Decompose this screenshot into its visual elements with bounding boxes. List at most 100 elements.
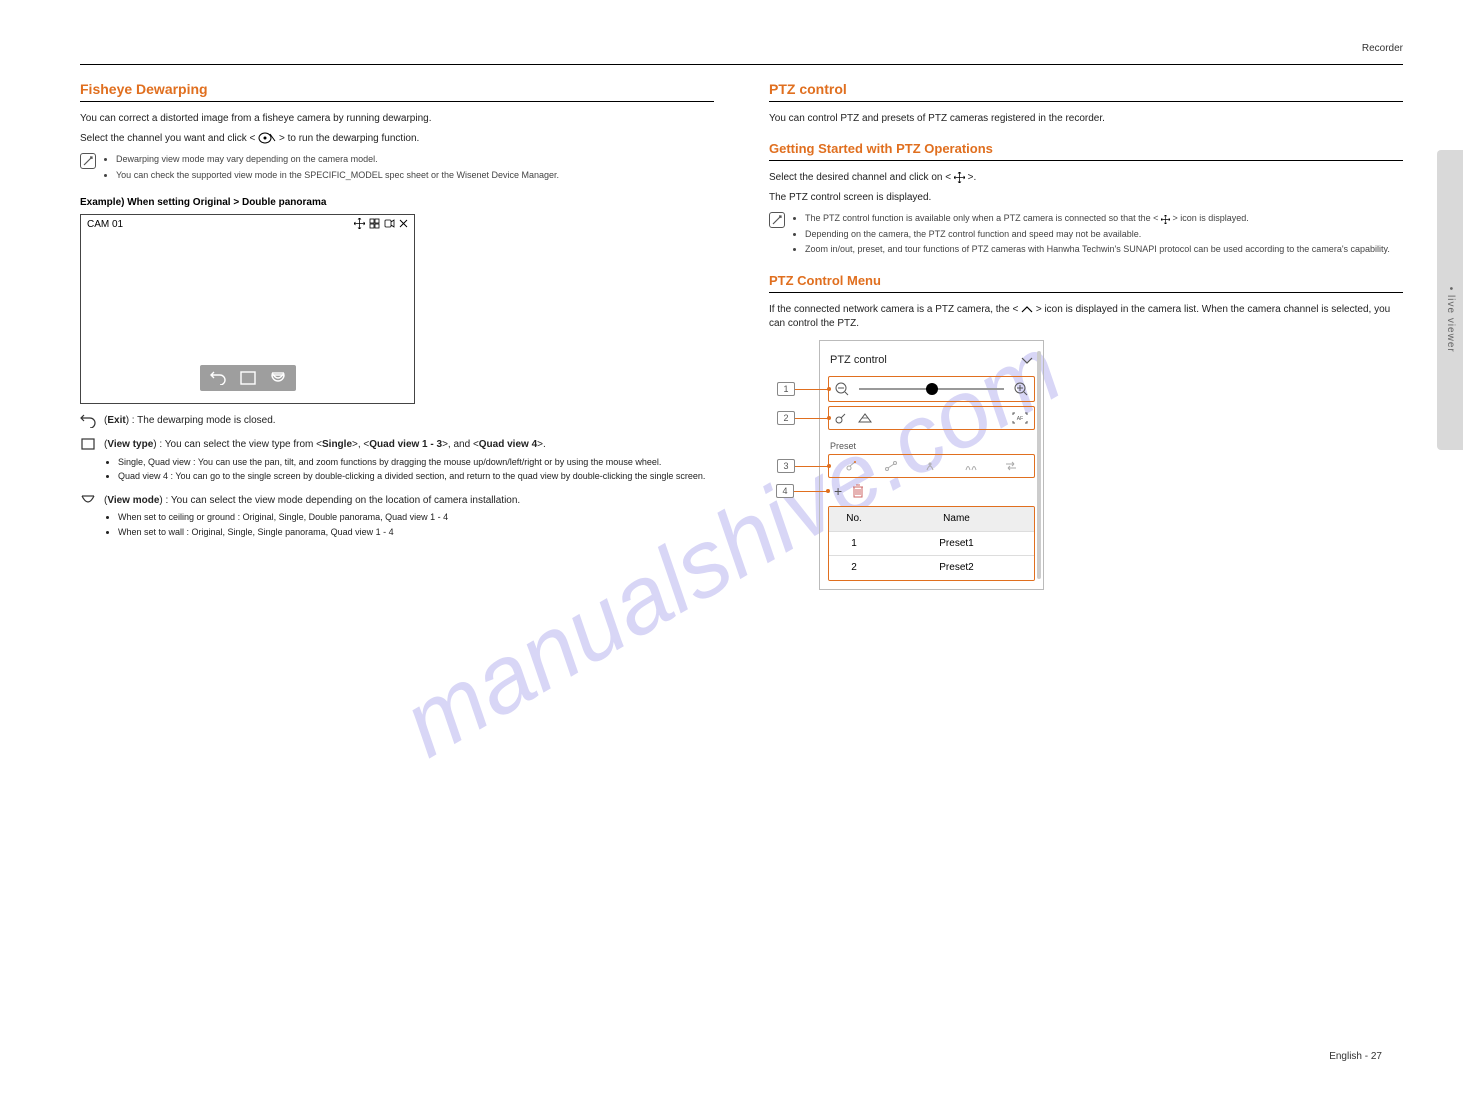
preset-mode-icon-2[interactable] bbox=[884, 460, 898, 472]
focus-far-icon[interactable] bbox=[857, 412, 873, 424]
chevron-down-icon[interactable] bbox=[1021, 357, 1033, 365]
scrollbar[interactable] bbox=[1037, 351, 1041, 578]
label: Single bbox=[322, 439, 352, 450]
fisheye-icon bbox=[258, 132, 276, 144]
title-rule bbox=[80, 101, 714, 102]
delete-preset-icon[interactable] bbox=[852, 484, 864, 498]
preset-mode-icon-1[interactable] bbox=[845, 460, 859, 472]
preset-mode-icon-4[interactable] bbox=[963, 460, 979, 472]
text: ) : The dewarping mode is closed. bbox=[126, 415, 276, 426]
example-label: Example) When setting Original > Double … bbox=[80, 196, 714, 210]
col-no: No. bbox=[829, 507, 879, 531]
text: The PTZ control function is available on… bbox=[805, 213, 1161, 223]
table-row[interactable]: 2 Preset2 bbox=[829, 555, 1034, 580]
note-item: Dewarping view mode may vary depending o… bbox=[116, 153, 714, 165]
text: >, < bbox=[352, 439, 369, 450]
text: > icon is displayed. bbox=[1172, 213, 1248, 223]
body-text: The PTZ control screen is displayed. bbox=[769, 191, 1403, 205]
ptz-panel-title: PTZ control bbox=[830, 353, 887, 368]
zoom-in-icon[interactable] bbox=[1014, 382, 1028, 396]
breadcrumb: Recorder bbox=[80, 42, 1403, 62]
camera-small-icon[interactable] bbox=[384, 218, 395, 229]
label: Quad view 1 - 3 bbox=[369, 439, 442, 450]
callout-2: 2 bbox=[777, 411, 795, 425]
label: View type bbox=[107, 439, 153, 450]
focus-near-icon[interactable] bbox=[835, 412, 849, 424]
note-row: The PTZ control function is available on… bbox=[769, 212, 1403, 257]
text: >. bbox=[537, 439, 546, 450]
page-number: 27 bbox=[1371, 1051, 1382, 1062]
section-title-ptz: PTZ control bbox=[769, 80, 1403, 99]
text: Select the desired channel and click on … bbox=[769, 172, 954, 183]
sub-item: Quad view 4 : You can go to the single s… bbox=[118, 470, 714, 482]
icon-item-viewmode: (View mode) : You can select the view mo… bbox=[80, 494, 714, 540]
text: ) : You can select the view type from < bbox=[153, 439, 322, 450]
note-item: You can check the supported view mode in… bbox=[116, 169, 714, 181]
cell-name: Preset2 bbox=[879, 556, 1034, 580]
body-text: You can control PTZ and presets of PTZ c… bbox=[769, 112, 1403, 126]
undo-icon bbox=[80, 414, 96, 428]
zoom-out-icon[interactable] bbox=[835, 382, 849, 396]
undo-icon[interactable] bbox=[210, 371, 226, 385]
ptz-move-icon bbox=[954, 172, 965, 183]
ptz-panel-header: PTZ control bbox=[828, 349, 1035, 376]
preset-mode-icon-5[interactable] bbox=[1004, 460, 1018, 472]
cell-name: Preset1 bbox=[879, 532, 1034, 556]
preset-section-label: Preset bbox=[830, 440, 1035, 452]
subsection-title: PTZ Control Menu bbox=[769, 272, 1403, 290]
close-icon[interactable] bbox=[399, 219, 408, 228]
sub-item: Single, Quad view : You can use the pan,… bbox=[118, 456, 714, 468]
body-text: Select the desired channel and click on … bbox=[769, 171, 1403, 185]
ptz-move-icon bbox=[1161, 215, 1170, 224]
dome-icon bbox=[80, 494, 96, 506]
ptz-preset-table: 5 6 No. Name 1 Preset1 2 Preset2 bbox=[828, 506, 1035, 581]
table-row[interactable]: 1 Preset1 bbox=[829, 531, 1034, 556]
callout-3: 3 bbox=[777, 459, 795, 473]
note-text: The PTZ control function is available on… bbox=[793, 212, 1403, 257]
zoom-slider[interactable] bbox=[859, 388, 1004, 390]
auto-focus-icon[interactable]: AF bbox=[1012, 412, 1028, 424]
text: >. bbox=[968, 172, 977, 183]
icon-item-viewtype: (View type) : You can select the view ty… bbox=[80, 438, 714, 484]
ptz-focus-row: 2 AF bbox=[828, 406, 1035, 430]
move-icon[interactable] bbox=[354, 218, 365, 229]
title-rule bbox=[769, 101, 1403, 102]
note-row: Dewarping view mode may vary depending o… bbox=[80, 153, 714, 183]
note-item: The PTZ control function is available on… bbox=[805, 212, 1403, 224]
camera-header-icons bbox=[354, 218, 408, 229]
side-tab-label: • live viewer bbox=[1443, 287, 1457, 313]
subsection-title: Getting Started with PTZ Operations bbox=[769, 140, 1403, 158]
camera-toolbar bbox=[200, 365, 296, 391]
sub-item: When set to wall : Original, Single, Sin… bbox=[118, 526, 714, 538]
section-title-fisheye: Fisheye Dewarping bbox=[80, 80, 714, 99]
title-rule bbox=[769, 292, 1403, 293]
camera-label: CAM 01 bbox=[87, 218, 123, 232]
callout-4: 4 bbox=[776, 484, 794, 498]
add-preset-icon[interactable]: + bbox=[834, 484, 842, 498]
note-icon bbox=[769, 212, 785, 228]
ptz-preset-modes-row: 3 bbox=[828, 454, 1035, 478]
cell-no: 1 bbox=[829, 532, 879, 556]
text: Select the channel you want and click < bbox=[80, 133, 258, 144]
svg-text:AF: AF bbox=[1017, 416, 1023, 422]
view-type-icon[interactable] bbox=[240, 371, 256, 385]
note-item: Zoom in/out, preset, and tour functions … bbox=[805, 243, 1403, 255]
text: > to run the dewarping function. bbox=[279, 133, 419, 144]
grid-icon[interactable] bbox=[369, 218, 380, 229]
title-rule bbox=[769, 160, 1403, 161]
ptz-control-panel: PTZ control 1 2 bbox=[819, 340, 1044, 589]
chevron-up-icon bbox=[1021, 306, 1033, 314]
side-tab: • live viewer bbox=[1437, 150, 1463, 450]
sub-item: When set to ceiling or ground : Original… bbox=[118, 511, 714, 523]
label: Exit bbox=[107, 415, 125, 426]
text: ) : You can select the view mode dependi… bbox=[159, 495, 520, 506]
icon-item-exit: (Exit) : The dewarping mode is closed. bbox=[80, 414, 714, 428]
body-text: If the connected network camera is a PTZ… bbox=[769, 303, 1403, 330]
label: View mode bbox=[107, 495, 159, 506]
footer: English - 27 bbox=[1329, 1050, 1388, 1064]
header-rule bbox=[80, 64, 1403, 65]
zoom-handle[interactable] bbox=[926, 383, 938, 395]
ptz-zoom-row: 1 bbox=[828, 376, 1035, 402]
preset-mode-icon-3[interactable] bbox=[923, 460, 937, 472]
view-mode-icon[interactable] bbox=[270, 371, 286, 385]
